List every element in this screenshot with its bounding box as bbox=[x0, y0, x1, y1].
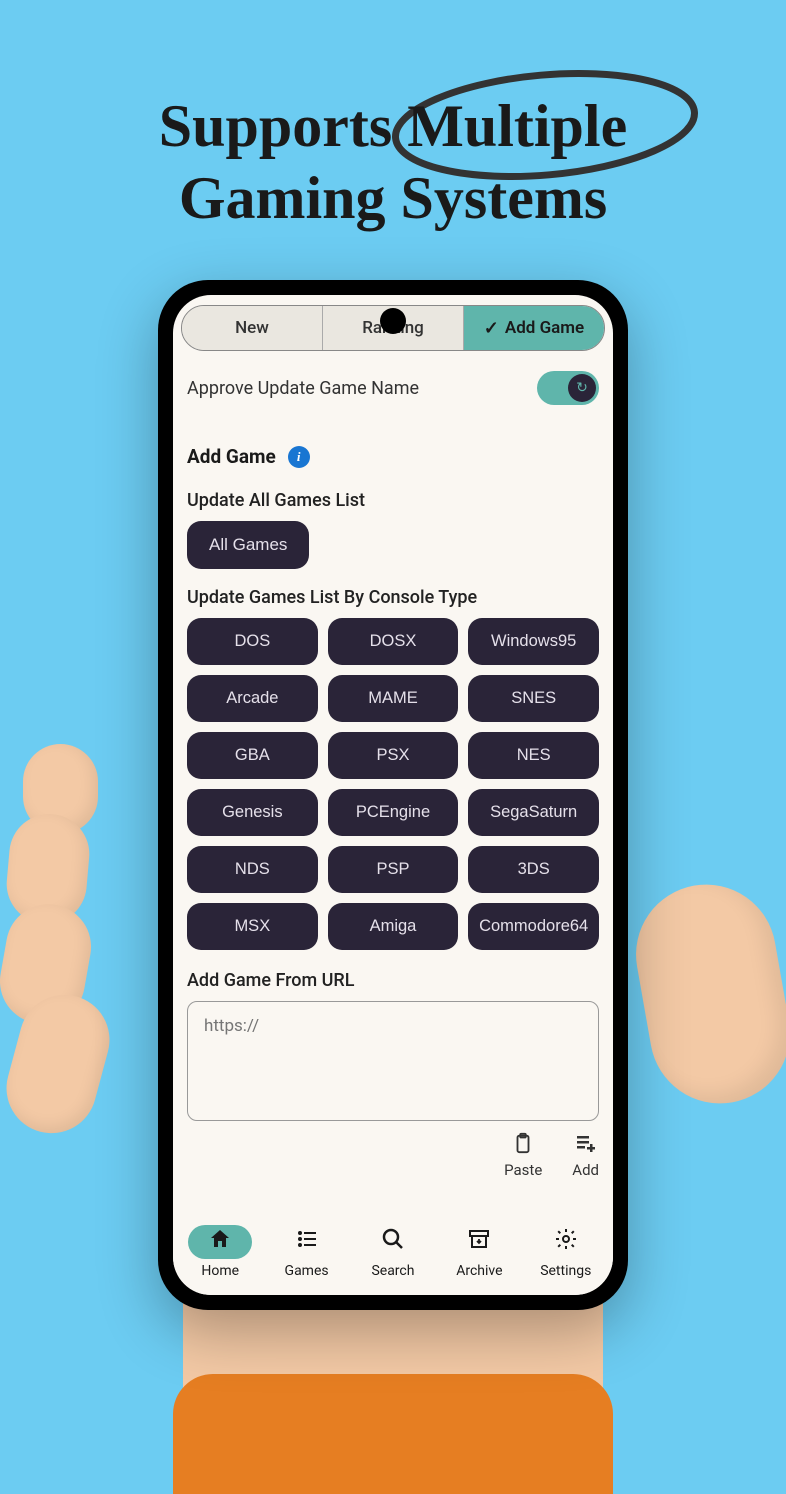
add-url-label: Add bbox=[572, 1161, 599, 1179]
nav-settings[interactable]: Settings bbox=[534, 1225, 598, 1279]
nav-search-label: Search bbox=[371, 1263, 414, 1279]
nav-home-label: Home bbox=[201, 1263, 239, 1279]
console-dos[interactable]: DOS bbox=[187, 618, 318, 665]
headline-line2: Gaming Systems bbox=[0, 162, 786, 234]
console-mame[interactable]: MAME bbox=[328, 675, 459, 722]
console-nds[interactable]: NDS bbox=[187, 846, 318, 893]
check-icon: ✓ bbox=[484, 318, 499, 339]
heading-from-url: Add Game From URL bbox=[187, 970, 599, 991]
console-3ds[interactable]: 3DS bbox=[468, 846, 599, 893]
nav-home[interactable]: Home bbox=[188, 1225, 252, 1279]
console-msx[interactable]: MSX bbox=[187, 903, 318, 950]
url-actions: Paste Add bbox=[187, 1131, 599, 1179]
url-input[interactable] bbox=[187, 1001, 599, 1121]
nav-search[interactable]: Search bbox=[361, 1225, 425, 1279]
headline: Supports Multiple Gaming Systems bbox=[0, 90, 786, 234]
console-dosx[interactable]: DOSX bbox=[328, 618, 459, 665]
approve-row: Approve Update Game Name ↻ bbox=[187, 371, 599, 405]
heading-update-all: Update All Games List bbox=[187, 490, 599, 511]
console-snes[interactable]: SNES bbox=[468, 675, 599, 722]
toggle-knob-icon: ↻ bbox=[568, 374, 596, 402]
approve-label: Approve Update Game Name bbox=[187, 378, 419, 399]
console-segasaturn[interactable]: SegaSaturn bbox=[468, 789, 599, 836]
nav-archive[interactable]: Archive bbox=[447, 1225, 511, 1279]
headline-line1: Supports Multiple bbox=[0, 90, 786, 162]
add-url-button[interactable]: Add bbox=[572, 1131, 599, 1179]
add-list-icon bbox=[574, 1131, 598, 1161]
console-gba[interactable]: GBA bbox=[187, 732, 318, 779]
archive-icon bbox=[467, 1227, 491, 1257]
nav-games[interactable]: Games bbox=[275, 1225, 339, 1279]
bottom-nav: Home Games Search Archive bbox=[173, 1217, 613, 1295]
console-genesis[interactable]: Genesis bbox=[187, 789, 318, 836]
console-windows95[interactable]: Windows95 bbox=[468, 618, 599, 665]
section-add-game: Add Game i bbox=[187, 445, 599, 468]
approve-toggle[interactable]: ↻ bbox=[537, 371, 599, 405]
info-icon[interactable]: i bbox=[288, 446, 310, 468]
console-amiga[interactable]: Amiga bbox=[328, 903, 459, 950]
console-grid: DOS DOSX Windows95 Arcade MAME SNES GBA … bbox=[187, 618, 599, 950]
heading-by-console: Update Games List By Console Type bbox=[187, 587, 599, 608]
list-icon bbox=[295, 1227, 319, 1257]
console-pcengine[interactable]: PCEngine bbox=[328, 789, 459, 836]
paste-button[interactable]: Paste bbox=[504, 1131, 542, 1179]
home-icon bbox=[208, 1227, 232, 1257]
tab-add-game[interactable]: ✓ Add Game bbox=[464, 306, 604, 350]
phone-screen: New Ranking ✓ Add Game Approve Update Ga… bbox=[173, 295, 613, 1295]
console-commodore64[interactable]: Commodore64 bbox=[468, 903, 599, 950]
console-psx[interactable]: PSX bbox=[328, 732, 459, 779]
phone-frame: New Ranking ✓ Add Game Approve Update Ga… bbox=[158, 280, 628, 1310]
console-arcade[interactable]: Arcade bbox=[187, 675, 318, 722]
nav-games-label: Games bbox=[285, 1263, 329, 1279]
all-games-button[interactable]: All Games bbox=[187, 521, 309, 569]
console-psp[interactable]: PSP bbox=[328, 846, 459, 893]
clipboard-icon bbox=[512, 1131, 534, 1161]
phone-camera-dot bbox=[380, 308, 406, 334]
nav-archive-label: Archive bbox=[456, 1263, 502, 1279]
gear-icon bbox=[554, 1227, 578, 1257]
main-content: Approve Update Game Name ↻ Add Game i Up… bbox=[173, 351, 613, 1217]
tab-new[interactable]: New bbox=[182, 306, 323, 350]
paste-label: Paste bbox=[504, 1161, 542, 1179]
section-title-text: Add Game bbox=[187, 445, 276, 468]
console-nes[interactable]: NES bbox=[468, 732, 599, 779]
nav-settings-label: Settings bbox=[540, 1263, 591, 1279]
tab-add-game-label: Add Game bbox=[505, 318, 584, 338]
search-icon bbox=[381, 1227, 405, 1257]
